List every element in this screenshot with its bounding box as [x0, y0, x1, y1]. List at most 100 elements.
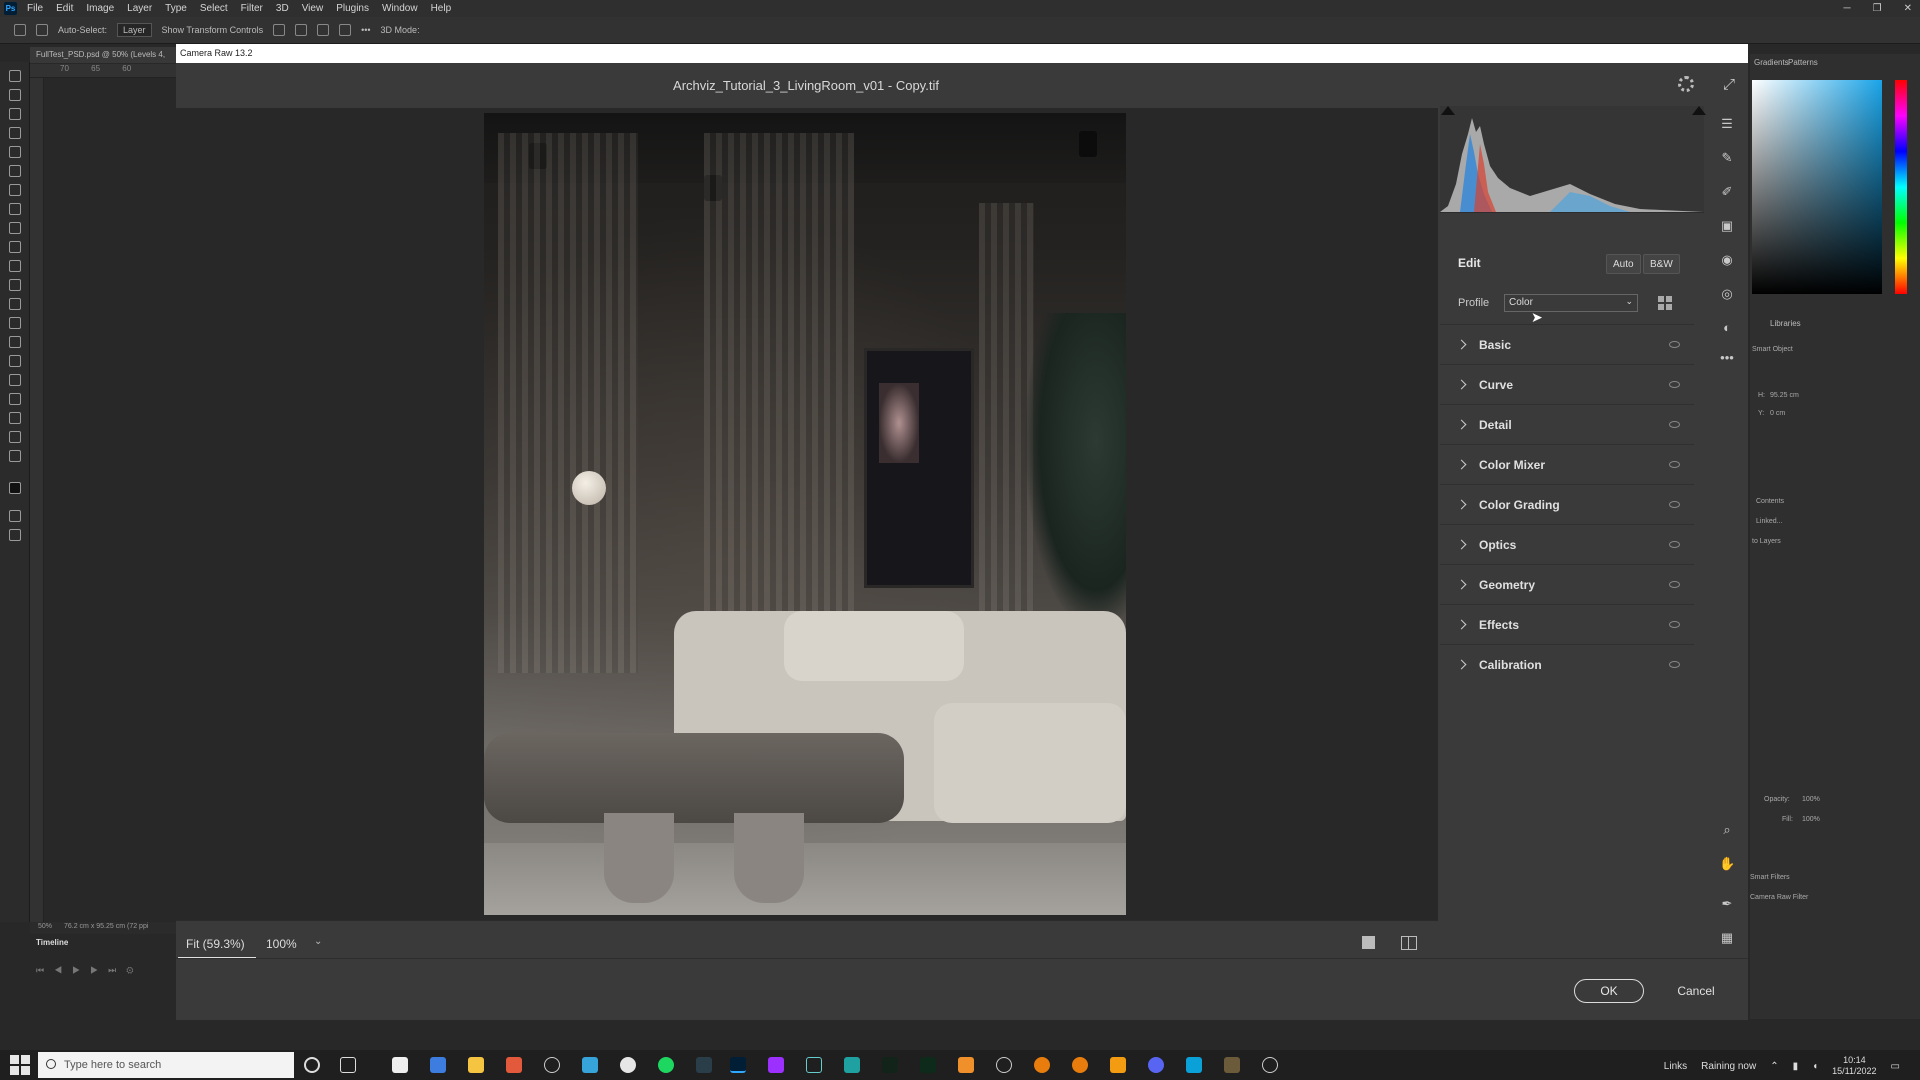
auto-select-label[interactable]: Auto-Select:	[58, 25, 107, 35]
zoom-icon[interactable]: ⌕	[1719, 822, 1735, 838]
menu-edit[interactable]: Edit	[56, 3, 73, 14]
move-tool-icon[interactable]	[36, 24, 48, 36]
notion-icon[interactable]	[392, 1057, 408, 1073]
taskbar-clock[interactable]: 10:14 15/11/2022	[1832, 1055, 1876, 1077]
cancel-button[interactable]: Cancel	[1666, 979, 1726, 1003]
eye-icon[interactable]	[1669, 501, 1680, 508]
section-effects[interactable]: Effects	[1440, 604, 1694, 644]
menu-view[interactable]: View	[302, 3, 324, 14]
before-after-view-icon[interactable]	[1401, 936, 1417, 950]
menu-3d[interactable]: 3D	[276, 3, 289, 14]
smart-filters-item[interactable]: Smart Filters	[1750, 874, 1790, 881]
eye-icon[interactable]	[1669, 341, 1680, 348]
calculator-icon[interactable]	[582, 1057, 598, 1073]
shape-tool-icon[interactable]	[9, 412, 21, 424]
lasso-tool-icon[interactable]	[9, 108, 21, 120]
app-grid-icon[interactable]	[430, 1057, 446, 1073]
section-color-grading[interactable]: Color Grading	[1440, 484, 1694, 524]
patterns-tab[interactable]: Patterns	[1788, 58, 1818, 67]
substance-painter-icon[interactable]	[920, 1057, 936, 1073]
color-picker-field[interactable]	[1752, 80, 1882, 294]
type-tool-icon[interactable]	[9, 374, 21, 386]
blender-icon[interactable]	[1034, 1057, 1050, 1073]
menu-file[interactable]: File	[27, 3, 43, 14]
more-icon[interactable]: •••	[1719, 350, 1735, 366]
auto-button[interactable]: Auto	[1606, 254, 1641, 274]
timeline-panel-title[interactable]: Timeline	[36, 938, 68, 947]
align-left-icon[interactable]	[273, 24, 286, 36]
grid-icon[interactable]: ▦	[1719, 930, 1735, 946]
section-color-mixer[interactable]: Color Mixer	[1440, 444, 1694, 484]
eye-icon[interactable]	[1669, 461, 1680, 468]
prop-y-value[interactable]: 0 cm	[1770, 410, 1785, 417]
dodge-tool-icon[interactable]	[9, 336, 21, 348]
app-icon[interactable]	[506, 1057, 522, 1073]
bw-button[interactable]: B&W	[1643, 254, 1680, 274]
layer-fill-value[interactable]: 100%	[1802, 816, 1820, 823]
crop-tool-icon[interactable]	[9, 146, 21, 158]
menu-select[interactable]: Select	[200, 3, 228, 14]
show-transform-controls[interactable]: Show Transform Controls	[162, 25, 264, 35]
eye-icon[interactable]	[1669, 581, 1680, 588]
relink-button[interactable]: Linked...	[1756, 518, 1782, 525]
section-optics[interactable]: Optics	[1440, 524, 1694, 564]
history-brush-icon[interactable]	[9, 260, 21, 272]
eye-icon[interactable]	[1669, 381, 1680, 388]
blender-icon[interactable]	[1072, 1057, 1088, 1073]
cortana-icon[interactable]	[304, 1057, 320, 1073]
eye-icon[interactable]	[1669, 541, 1680, 548]
gradient-tool-icon[interactable]	[9, 298, 21, 310]
hand-icon[interactable]: ✋	[1719, 856, 1735, 872]
document-tab[interactable]: FullTest_PSD.psd @ 50% (Levels 4,	[30, 47, 178, 63]
menu-window[interactable]: Window	[382, 3, 418, 14]
app-icon[interactable]	[958, 1057, 974, 1073]
hand-tool-icon[interactable]	[9, 431, 21, 443]
profile-browser-icon[interactable]	[1658, 296, 1672, 310]
app-icon[interactable]	[996, 1057, 1012, 1073]
windows-start-icon[interactable]	[10, 1055, 30, 1075]
screen-mode-icon[interactable]	[9, 529, 21, 541]
links-toolbar[interactable]: Links	[1664, 1061, 1687, 1072]
section-geometry[interactable]: Geometry	[1440, 564, 1694, 604]
foreground-color-icon[interactable]	[9, 482, 21, 494]
gear-icon[interactable]	[1678, 76, 1694, 92]
tray-overflow-icon[interactable]: ⌃	[1770, 1061, 1778, 1072]
gradients-tab[interactable]: Gradients	[1754, 58, 1789, 67]
eye-icon[interactable]	[1669, 621, 1680, 628]
menu-plugins[interactable]: Plugins	[336, 3, 369, 14]
timeline-controls[interactable]: ⏮◀▶▶⏭⚙	[36, 965, 144, 976]
substance-designer-icon[interactable]	[882, 1057, 898, 1073]
brush-icon[interactable]: ✐	[1719, 184, 1735, 200]
edit-sliders-icon[interactable]: ☰	[1719, 116, 1735, 132]
menu-filter[interactable]: Filter	[241, 3, 263, 14]
3ds-max-icon[interactable]	[844, 1057, 860, 1073]
vlc-icon[interactable]	[1110, 1057, 1126, 1073]
layer-opacity-value[interactable]: 100%	[1802, 796, 1820, 803]
home-icon[interactable]	[14, 24, 26, 36]
convert-layers-button[interactable]: to Layers	[1752, 538, 1781, 545]
minimize-icon[interactable]: ─	[1844, 3, 1851, 14]
pen-tool-icon[interactable]	[9, 355, 21, 367]
restore-icon[interactable]: ❐	[1873, 3, 1882, 14]
section-calibration[interactable]: Calibration	[1440, 644, 1694, 684]
profile-select[interactable]: Color ⌄	[1504, 294, 1638, 312]
app-icon[interactable]	[544, 1057, 560, 1073]
marquee-tool-icon[interactable]	[9, 89, 21, 101]
hue-slider[interactable]	[1895, 80, 1907, 294]
zoom-tool-icon[interactable]	[9, 450, 21, 462]
red-eye-icon[interactable]: ◎	[1719, 286, 1735, 302]
move-tool-icon[interactable]	[9, 70, 21, 82]
eraser-tool-icon[interactable]	[9, 279, 21, 291]
app-icon[interactable]	[1224, 1057, 1240, 1073]
menu-help[interactable]: Help	[431, 3, 452, 14]
discord-icon[interactable]	[1148, 1057, 1164, 1073]
chevron-down-icon[interactable]: ⌄	[314, 936, 322, 947]
path-select-icon[interactable]	[9, 393, 21, 405]
radial-icon[interactable]: ◉	[1719, 252, 1735, 268]
quick-mask-icon[interactable]	[9, 510, 21, 522]
single-view-icon[interactable]	[1362, 936, 1375, 949]
menu-type[interactable]: Type	[165, 3, 187, 14]
ok-button[interactable]: OK	[1574, 979, 1644, 1003]
volume-icon[interactable]: ◖	[1812, 1061, 1818, 1072]
more-options-icon[interactable]: •••	[361, 25, 370, 35]
